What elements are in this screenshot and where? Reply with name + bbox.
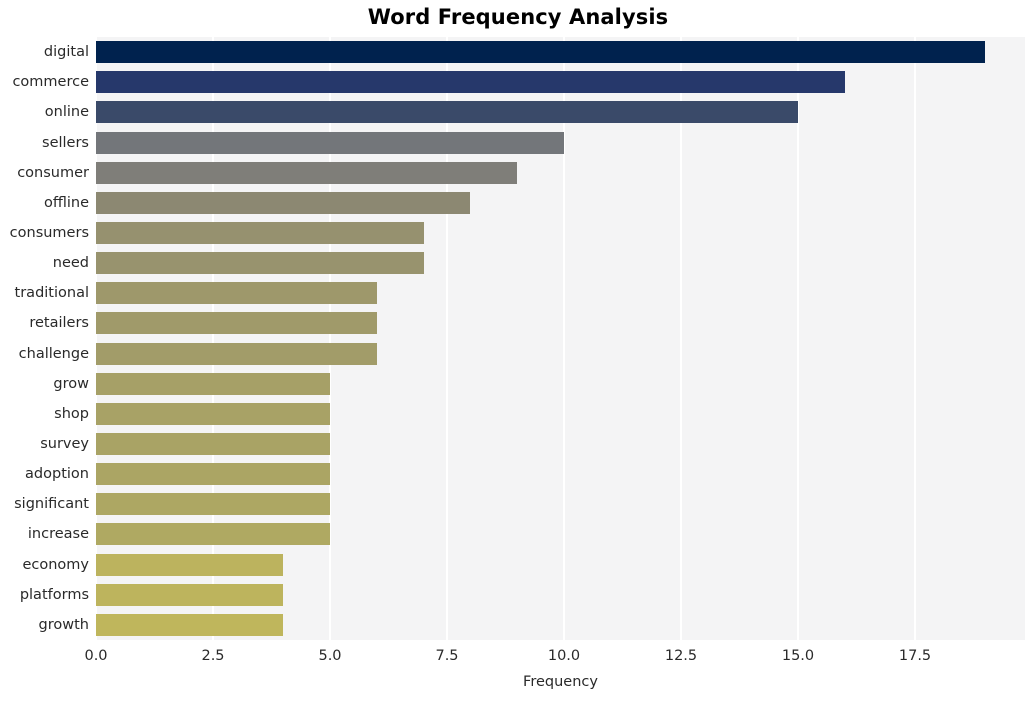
y-tick-label-challenge: challenge: [18, 345, 89, 362]
bar-need[interactable]: [96, 252, 424, 275]
bar-challenge[interactable]: [96, 342, 377, 365]
bar-retailers[interactable]: [96, 312, 377, 335]
bar-growth[interactable]: [96, 613, 284, 636]
bar-digital[interactable]: [96, 41, 986, 64]
x-tick-label-17.5: 17.5: [898, 648, 932, 664]
x-tick-label-7.5: 7.5: [435, 648, 459, 664]
y-tick-label-digital: digital: [43, 44, 89, 61]
bar-traditional[interactable]: [96, 282, 377, 305]
gridline-x-12.5: [680, 37, 682, 640]
bar-adoption[interactable]: [96, 463, 330, 486]
bar-sellers[interactable]: [96, 131, 564, 154]
gridline-x-7.5: [446, 37, 448, 640]
y-tick-label-sellers: sellers: [42, 134, 89, 151]
bar-significant[interactable]: [96, 493, 330, 516]
gridline-x-5.0: [329, 37, 331, 640]
bar-economy[interactable]: [96, 553, 284, 576]
bar-grow[interactable]: [96, 372, 330, 395]
y-tick-label-need: need: [52, 255, 89, 272]
y-tick-label-increase: increase: [27, 526, 89, 543]
x-tick-label-12.5: 12.5: [664, 648, 698, 664]
y-tick-label-significant: significant: [14, 496, 89, 513]
y-tick-label-grow: grow: [53, 375, 89, 392]
y-tick-label-growth: growth: [38, 616, 89, 633]
y-tick-label-online: online: [44, 104, 89, 121]
bar-consumer[interactable]: [96, 161, 518, 184]
chart-figure: Word Frequency Analysis digital commerce o…: [0, 0, 1036, 701]
y-tick-label-consumer: consumer: [17, 164, 89, 181]
x-tick-label-0.0: 0.0: [84, 648, 108, 664]
x-axis-title: Frequency: [523, 674, 598, 690]
bar-survey[interactable]: [96, 433, 330, 456]
x-tick-label-5.0: 5.0: [318, 648, 342, 664]
x-axis-tick-labels: 0.0 2.5 5.0 7.5 10.0 12.5 15.0 17.5: [0, 648, 1036, 670]
x-tick-label-15.0: 15.0: [781, 648, 815, 664]
gridline-x-10.0: [563, 37, 565, 640]
gridline-x-17.5: [914, 37, 916, 640]
y-tick-label-economy: economy: [22, 556, 89, 573]
x-tick-label-2.5: 2.5: [201, 648, 225, 664]
y-tick-label-consumers: consumers: [9, 224, 89, 241]
y-tick-label-adoption: adoption: [25, 466, 89, 483]
y-tick-label-traditional: traditional: [14, 285, 89, 302]
y-axis-tick-labels: digital commerce online sellers consumer offl…: [0, 37, 89, 640]
y-tick-label-commerce: commerce: [12, 74, 89, 91]
y-tick-label-shop: shop: [54, 405, 89, 422]
bar-shop[interactable]: [96, 402, 330, 425]
x-tick-label-10.0: 10.0: [547, 648, 581, 664]
gridline-x-2.5: [212, 37, 214, 640]
bar-increase[interactable]: [96, 523, 330, 546]
bar-consumers[interactable]: [96, 221, 424, 244]
bar-commerce[interactable]: [96, 71, 845, 94]
y-tick-label-offline: offline: [43, 194, 89, 211]
gridline-x-0.0: [96, 37, 97, 640]
bar-online[interactable]: [96, 101, 798, 124]
bar-offline[interactable]: [96, 191, 471, 214]
y-tick-label-platforms: platforms: [19, 586, 89, 603]
y-tick-label-survey: survey: [40, 436, 89, 453]
y-tick-label-retailers: retailers: [29, 315, 89, 332]
page-title: Word Frequency Analysis: [367, 5, 669, 29]
plot-area: [96, 37, 1025, 640]
bar-platforms[interactable]: [96, 583, 284, 606]
gridline-x-15.0: [797, 37, 799, 640]
